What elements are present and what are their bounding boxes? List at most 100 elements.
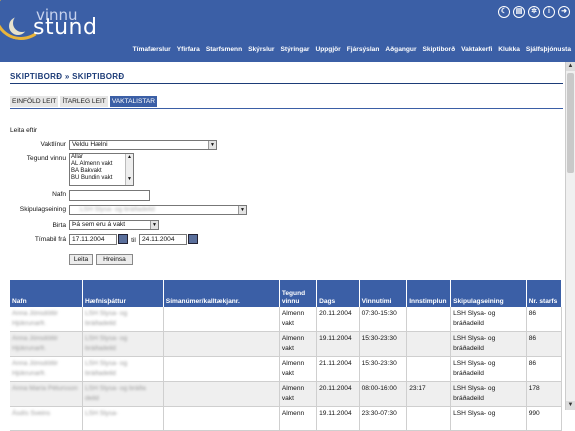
clockin-cell: [406, 406, 452, 431]
date-cell: 20.11.2004: [316, 307, 360, 332]
nav-item[interactable]: Yfirfara: [177, 46, 200, 53]
chevron-down-icon[interactable]: ▼: [126, 176, 133, 184]
nav-item[interactable]: Skýrslur: [248, 46, 274, 53]
results-table: Nafn Hæfnisþáttur Símanúmer/kalltækjanr. Te…: [10, 280, 563, 431]
cell-line: Almenn: [281, 385, 305, 392]
staff-number-cell: 178: [526, 381, 563, 407]
moon-icon[interactable]: ☾: [498, 6, 510, 18]
clear-button[interactable]: Hreinsa: [96, 254, 133, 265]
column-header[interactable]: Innstimplun: [406, 280, 452, 307]
nav-item[interactable]: Stýringar: [281, 46, 310, 53]
date-from-input[interactable]: 17.11.2004: [69, 234, 117, 245]
nav-item[interactable]: Aðgangur: [385, 46, 416, 53]
column-header[interactable]: Dags: [316, 280, 360, 307]
phone-cell: [163, 331, 280, 357]
clockin-cell: [406, 307, 452, 332]
date-to-input[interactable]: 24.11.2004: [139, 234, 187, 245]
unit-cell: LSH Slysa- og: [450, 406, 527, 431]
column-header[interactable]: Tegund vinnu: [279, 280, 318, 307]
info-icon[interactable]: i: [543, 6, 555, 18]
cell-line: LSH Slysa- og: [85, 310, 128, 317]
nafn-label: Nafn: [52, 191, 66, 198]
page-scrollbar[interactable]: ▲ ▼: [565, 62, 575, 410]
cell-line: LSH Slysa- og: [453, 360, 496, 367]
nav-item[interactable]: Starfsmenn: [206, 46, 242, 53]
worktime-cell: 07:30-15:30: [359, 307, 408, 332]
cell-line: LSH Slysa- og: [85, 335, 128, 342]
column-header[interactable]: Vinnutími: [359, 280, 408, 307]
chevron-up-icon[interactable]: ▲: [126, 154, 133, 162]
nav-item[interactable]: Fjársýslan: [347, 46, 380, 53]
skill-cell: LSH Slysa- og bráðadeild: [82, 356, 164, 382]
nav-item[interactable]: Vaktakerfi: [461, 46, 492, 53]
table-row[interactable]: Anna Jónsdóttir Hjúkrunarfr. LSH Slysa- og…: [10, 356, 563, 382]
column-header[interactable]: Nr. starfs: [526, 280, 563, 307]
column-header[interactable]: Símanúmer/kalltækjanr.: [163, 280, 280, 307]
name-cell: Anna María Pétursson: [10, 381, 83, 407]
staff-number-cell: 990: [526, 406, 563, 431]
date-cell: 19.11.2004: [316, 406, 360, 431]
chevron-down-icon[interactable]: ▼: [150, 221, 158, 229]
breadcrumb: SKIPTIBORÐ » SKIPTIBORÐ: [10, 72, 125, 81]
divider: [10, 83, 563, 84]
type-cell: Almenn vakt: [279, 307, 318, 332]
nav-item[interactable]: Tímafærslur: [133, 46, 171, 53]
listbox-option[interactable]: BU Bundin vakt: [71, 175, 133, 182]
table-row[interactable]: Anna Jónsdóttir Hjúkrunarfr. LSH Slysa- og…: [10, 331, 563, 357]
scroll-thumb[interactable]: [567, 73, 574, 173]
logout-icon[interactable]: ➜: [558, 6, 570, 18]
column-header[interactable]: Nafn: [10, 280, 83, 307]
type-cell: Almenn: [279, 406, 318, 431]
cell-line: vakt: [281, 395, 294, 402]
grid-icon[interactable]: ▤: [513, 6, 525, 18]
search-button[interactable]: Leita: [69, 254, 93, 265]
table-row[interactable]: Anna Jónsdóttir Hjúkrunarfr. LSH Slysa- og…: [10, 307, 563, 332]
vaktlinur-select[interactable]: Veldu Hælni ▼: [69, 140, 217, 150]
clockin-cell: [406, 331, 452, 357]
vaktlinur-value: Veldu Hælni: [72, 141, 108, 148]
nav-item[interactable]: Klukka: [498, 46, 520, 53]
cell-line: bráðadeild: [453, 370, 484, 377]
listbox-option[interactable]: Allar: [71, 154, 133, 161]
chevron-down-icon[interactable]: ▼: [238, 206, 246, 214]
chevron-down-icon[interactable]: ▼: [208, 141, 216, 149]
column-header[interactable]: Skipulagseining: [450, 280, 527, 307]
staff-number-cell: 86: [526, 331, 563, 357]
app-header: vinnu stund ☾ ▤ ✲ i ➜ Tímafærslur Yfirfara Sta…: [0, 0, 575, 62]
unit-cell: LSH Slysa- og bráðadeild: [450, 381, 527, 407]
listbox-option[interactable]: AL Almenn vakt: [71, 161, 133, 168]
cell-line: deild: [85, 395, 99, 402]
tab-item[interactable]: VAKTALISTAR: [109, 96, 158, 107]
skipulag-select[interactable]: LSH Slysa- og bráðadeild ▼: [69, 205, 247, 215]
birta-label: Birta: [52, 222, 66, 229]
cell-line: LSH Slysa- og: [453, 385, 496, 392]
nav-item[interactable]: Uppgjör: [315, 46, 340, 53]
table-row[interactable]: Ásdís Sveins LSH Slysa- Almenn 19.11.2004 23…: [10, 406, 563, 431]
worktime-cell: 08:00-16:00: [359, 381, 408, 407]
birta-select[interactable]: Þá sem eru á vakt ▼: [69, 220, 159, 230]
main-nav: Tímafærslur Yfirfara Starfsmenn Skýrslur Stý…: [133, 46, 571, 53]
tab-item[interactable]: EINFÖLD LEIT: [10, 96, 59, 107]
table-row[interactable]: Anna María Pétursson LSH Slysa- og bráða d…: [10, 381, 563, 407]
cell-line: bráðadeild: [85, 370, 116, 377]
cell-line: Almenn: [281, 410, 305, 417]
nafn-input[interactable]: [69, 190, 150, 201]
calendar-icon[interactable]: [188, 234, 198, 244]
calendar-icon[interactable]: [118, 234, 128, 244]
timabil-label: Tímabil frá: [34, 236, 66, 243]
gear-icon[interactable]: ✲: [528, 6, 540, 18]
nav-item[interactable]: Sjálfsþjónusta: [526, 46, 571, 53]
column-header[interactable]: Hæfnisþáttur: [82, 280, 164, 307]
skipulag-value: LSH Slysa- og bráðadeild: [80, 206, 155, 213]
til-label: til: [131, 237, 136, 244]
scroll-down-icon[interactable]: ▼: [566, 401, 575, 410]
cell-line: vakt: [281, 345, 294, 352]
listbox-scrollbar[interactable]: ▲ ▼: [125, 154, 133, 185]
cell-line: Ásdís Sveins: [12, 410, 51, 417]
vaktlinur-label: Vaktlínur: [40, 141, 66, 148]
nav-item[interactable]: Skiptiborð: [423, 46, 456, 53]
listbox-option[interactable]: BA Bakvakt: [71, 168, 133, 175]
tegund-listbox[interactable]: ▲ ▼ Allar AL Almenn vakt BA Bakvakt BU Bundi…: [69, 153, 134, 186]
scroll-up-icon[interactable]: ▲: [566, 62, 575, 71]
tab-item[interactable]: ÍTARLEG LEIT: [60, 96, 108, 107]
